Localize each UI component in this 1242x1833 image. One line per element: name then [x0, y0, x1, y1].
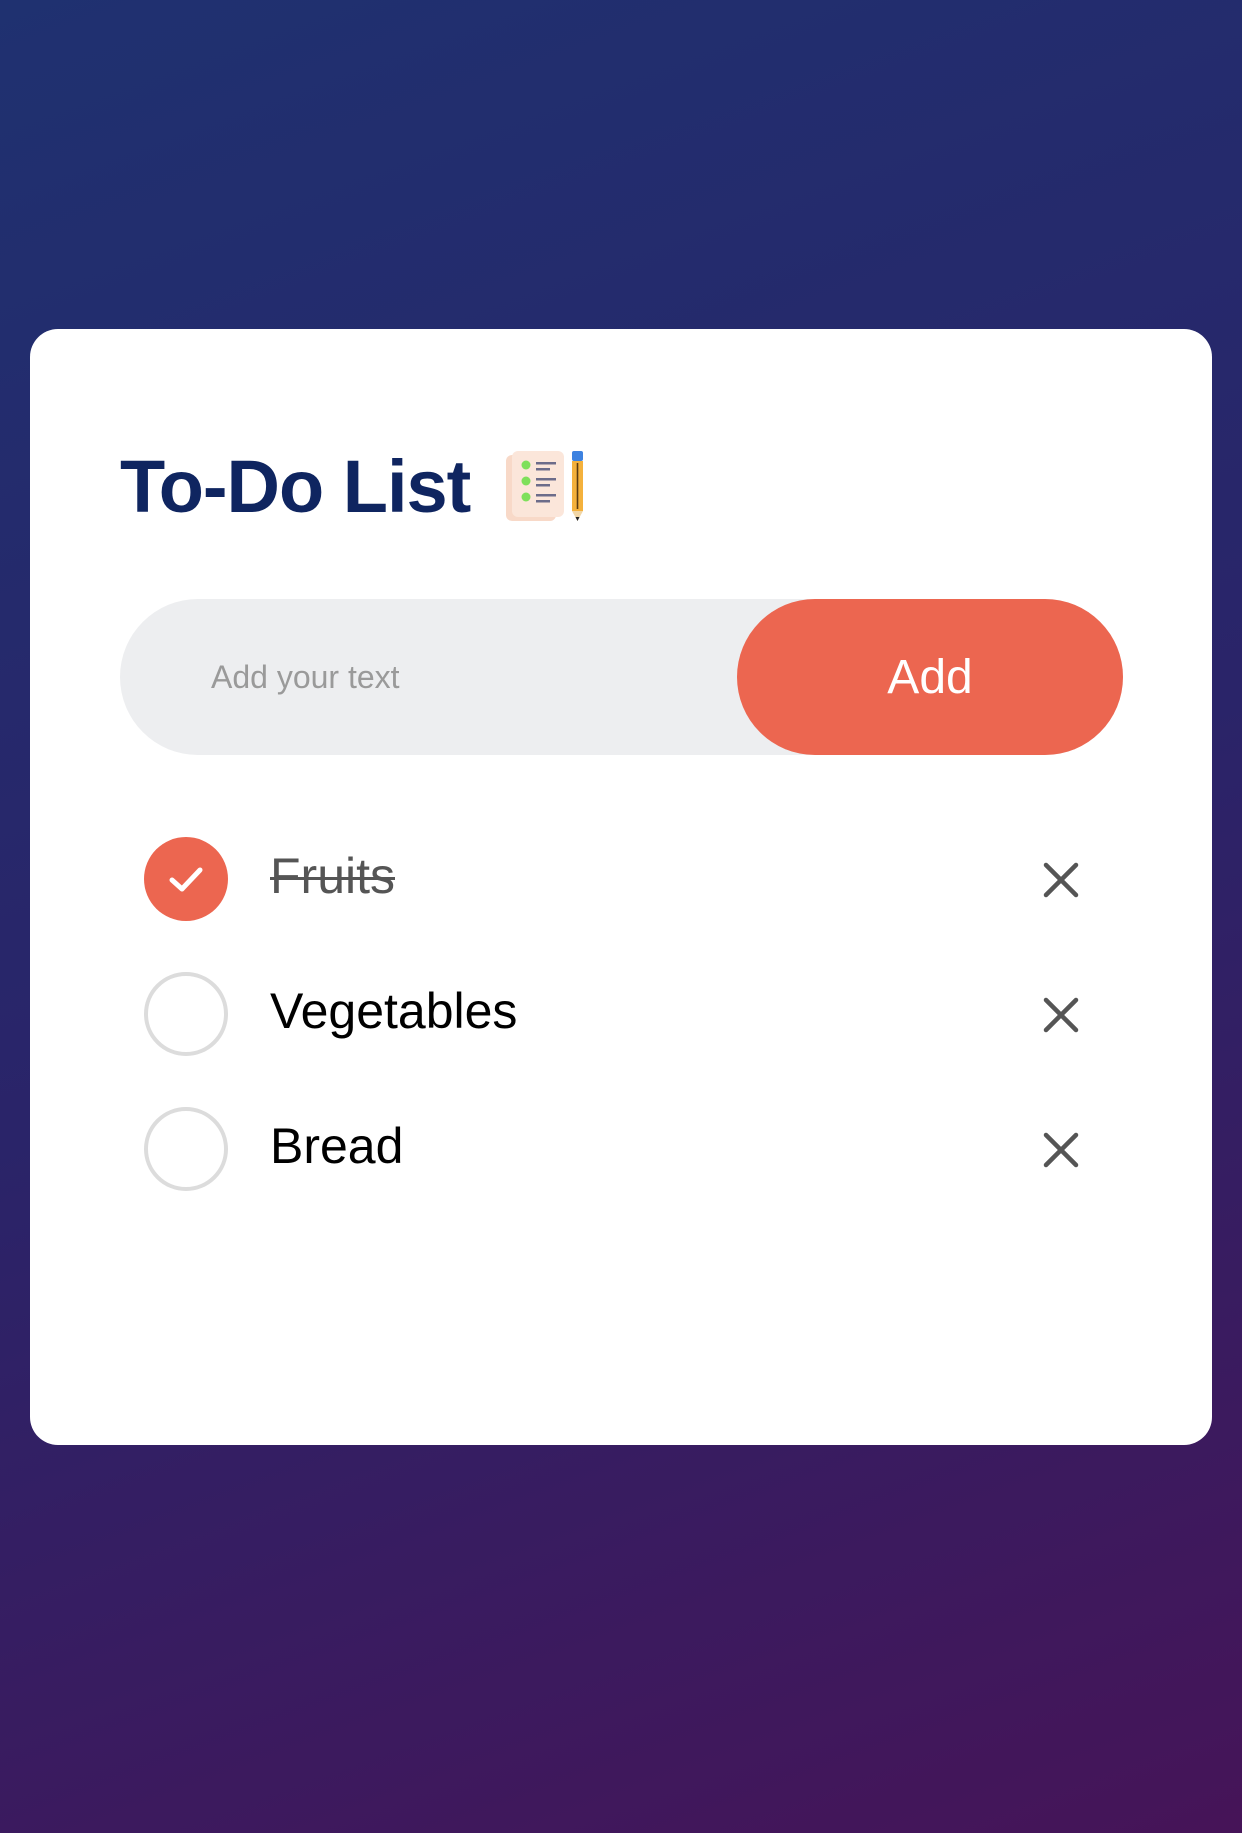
todo-item[interactable]: Fruits	[30, 837, 1212, 972]
todo-item[interactable]: Vegetables	[30, 972, 1212, 1107]
todo-item-text: Fruits	[270, 848, 395, 904]
remove-todo-button[interactable]	[1042, 996, 1080, 1034]
todo-checkbox[interactable]	[144, 1107, 228, 1191]
todo-item[interactable]: Bread	[30, 1107, 1212, 1242]
close-icon	[1043, 1132, 1079, 1168]
todo-text-input[interactable]	[120, 599, 780, 755]
todo-checkbox[interactable]	[144, 972, 228, 1056]
add-button[interactable]: Add	[737, 599, 1123, 755]
remove-todo-button[interactable]	[1042, 861, 1080, 899]
checklist-icon	[506, 451, 584, 521]
todo-checkbox-checked[interactable]	[144, 837, 228, 921]
todo-list: Fruits Vegetables Bread	[30, 837, 1212, 1242]
checkmark-icon	[169, 867, 203, 892]
todo-item-text: Bread	[270, 1118, 404, 1174]
todo-card: To-Do List Add your text Add Fruits Vege…	[30, 329, 1212, 1445]
close-icon	[1043, 862, 1079, 898]
add-todo-form: Add	[120, 599, 1123, 755]
close-icon	[1043, 997, 1079, 1033]
todo-item-text: Vegetables	[270, 983, 518, 1039]
header: To-Do List	[120, 449, 588, 525]
page-title: To-Do List	[120, 445, 471, 528]
remove-todo-button[interactable]	[1042, 1131, 1080, 1169]
